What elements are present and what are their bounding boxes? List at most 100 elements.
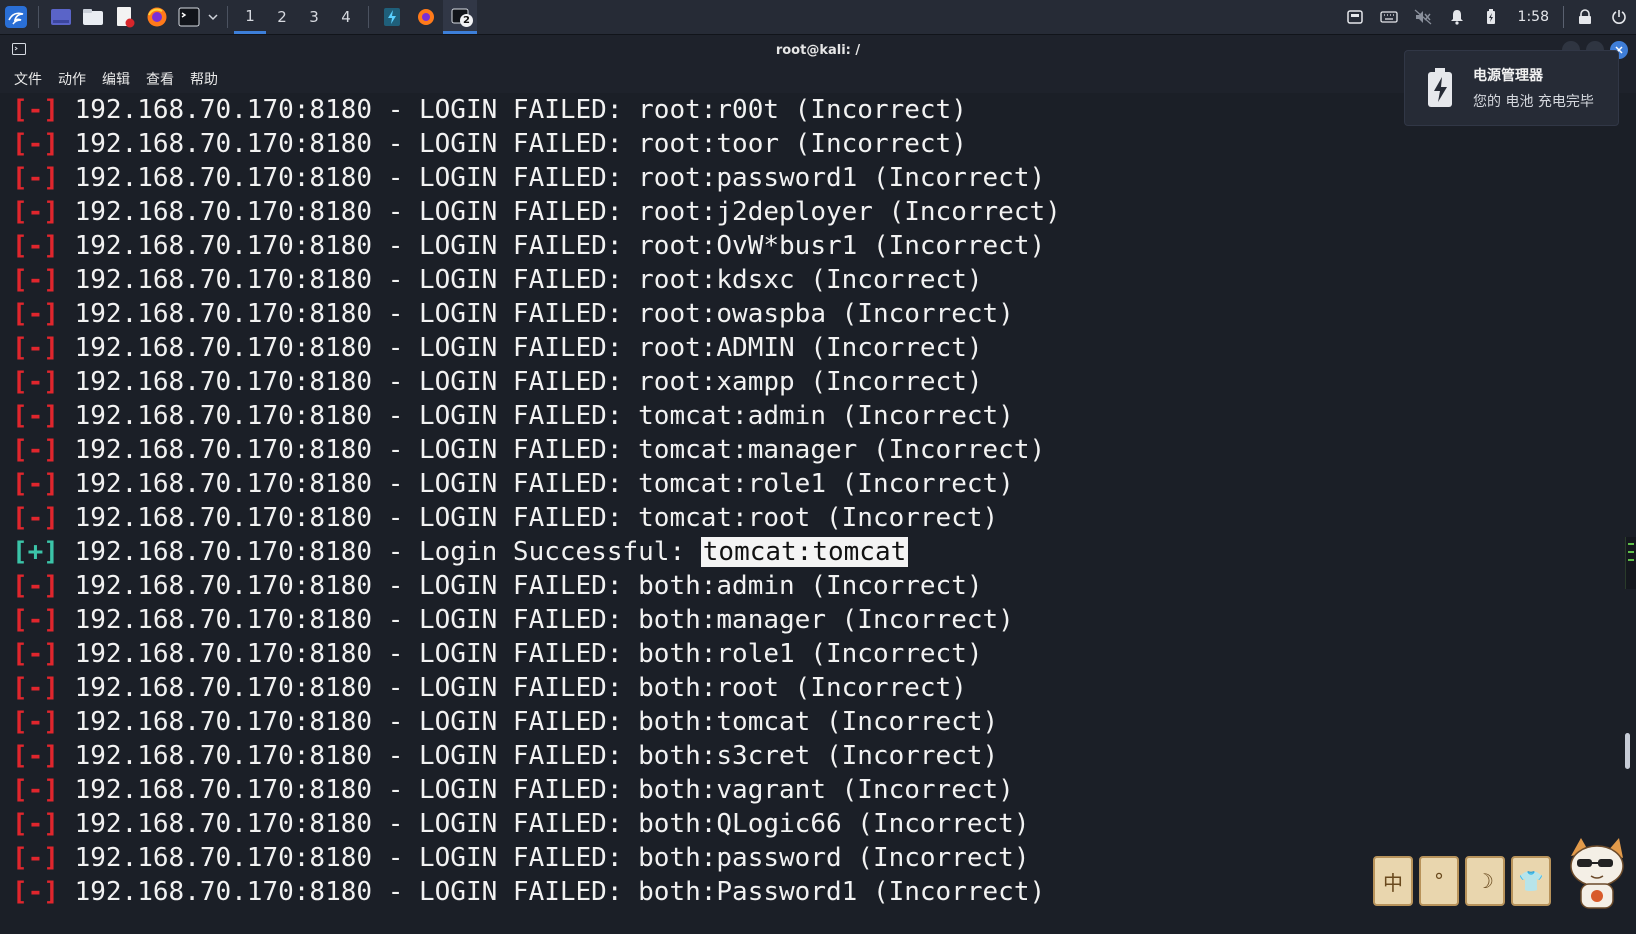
terminal-line-failed: [-] 192.168.70.170:8180 - LOGIN FAILED: … [12,467,1061,501]
panel-separator [227,6,228,28]
line-text: 192.168.70.170:8180 - LOGIN FAILED: root… [58,333,983,363]
window-titlebar[interactable]: root@kali: / [0,35,1636,65]
status-marker: [-] [12,775,59,805]
status-marker: [+] [12,537,59,567]
terminal-line-failed: [-] 192.168.70.170:8180 - LOGIN FAILED: … [12,263,1061,297]
file-manager-icon[interactable] [77,0,109,34]
battery-charging-icon [1423,67,1457,109]
panel-separator [368,6,369,28]
taskbar-app-window[interactable] [375,0,409,34]
terminal-line-failed: [-] 192.168.70.170:8180 - LOGIN FAILED: … [12,569,1061,603]
firefox-icon [418,9,434,25]
clock[interactable]: 1:58 [1508,9,1559,25]
terminal-line-failed: [-] 192.168.70.170:8180 - LOGIN FAILED: … [12,501,1061,535]
status-marker: [-] [12,469,59,499]
kali-menu-icon[interactable] [0,0,32,34]
line-text: 192.168.70.170:8180 - LOGIN FAILED: root… [58,367,983,397]
scrollbar-thumb[interactable] [1625,733,1630,769]
sticker-chinese-button[interactable]: 中 [1373,856,1413,906]
chevron-down-icon[interactable] [205,0,221,34]
line-text: 192.168.70.170:8180 - LOGIN FAILED: root… [58,129,967,159]
notification-body: 您的 电池 充电完毕 [1473,94,1594,110]
battery-charging-icon[interactable] [1474,0,1508,34]
line-text: 192.168.70.170:8180 - LOGIN FAILED: root… [58,265,983,295]
taskbar-firefox-window[interactable] [409,0,443,34]
menu-edit[interactable]: 编辑 [102,69,130,89]
terminal-line-failed: [-] 192.168.70.170:8180 - LOGIN FAILED: … [12,807,1061,841]
line-text: 192.168.70.170:8180 - LOGIN FAILED: both… [58,707,999,737]
line-text: 192.168.70.170:8180 - LOGIN FAILED: both… [58,571,983,601]
status-marker: [-] [12,163,59,193]
menu-view[interactable]: 查看 [146,69,174,89]
mascot-cat-icon[interactable] [1563,836,1629,914]
workspace-2[interactable]: 2 [266,0,298,34]
firefox-icon[interactable] [141,0,173,34]
line-text: 192.168.70.170:8180 - LOGIN FAILED: both… [58,741,999,771]
line-text: 192.168.70.170:8180 - LOGIN FAILED: both… [58,877,1046,907]
line-text: 192.168.70.170:8180 - LOGIN FAILED: both… [58,775,1014,805]
status-marker: [-] [12,741,59,771]
line-text: 192.168.70.170:8180 - LOGIN FAILED: root… [58,231,1046,261]
system-tray: 1:58 [1338,0,1636,34]
window-count-badge: 2 [460,14,473,27]
terminal-line-failed: [-] 192.168.70.170:8180 - LOGIN FAILED: … [12,739,1061,773]
workspace-1[interactable]: 1 [234,0,266,34]
desktop-pet-toolbar: 中 ° ☽ 👕 [1373,856,1551,906]
terminal-line-failed: [-] 192.168.70.170:8180 - LOGIN FAILED: … [12,671,1061,705]
top-panel: 1 2 3 4 2 1:58 [0,0,1636,35]
terminal-line-failed: [-] 192.168.70.170:8180 - LOGIN FAILED: … [12,433,1061,467]
power-manager-notification[interactable]: 电源管理器 您的 电池 充电完毕 [1404,50,1619,126]
status-marker: [-] [12,95,59,125]
terminal-output[interactable]: [-] 192.168.70.170:8180 - LOGIN FAILED: … [0,93,1636,934]
status-marker: [-] [12,503,59,533]
sticker-degree-button[interactable]: ° [1419,856,1459,906]
text-editor-icon[interactable] [109,0,141,34]
status-marker: [-] [12,605,59,635]
lock-icon[interactable] [1568,0,1602,34]
window-title: root@kali: / [775,42,861,58]
taskbar-terminal-window[interactable]: 2 [443,0,477,34]
line-text: 192.168.70.170:8180 - Login Successful: [58,537,701,567]
line-text: 192.168.70.170:8180 - LOGIN FAILED: root… [58,299,1014,329]
line-text: 192.168.70.170:8180 - LOGIN FAILED: tomc… [58,469,1014,499]
screenshot-icon[interactable] [1338,0,1372,34]
terminal-line-failed: [-] 192.168.70.170:8180 - LOGIN FAILED: … [12,705,1061,739]
status-marker: [-] [12,333,59,363]
line-text: 192.168.70.170:8180 - LOGIN FAILED: both… [58,809,1030,839]
line-text: 192.168.70.170:8180 - LOGIN FAILED: both… [58,843,1030,873]
terminal-line-failed: [-] 192.168.70.170:8180 - LOGIN FAILED: … [12,773,1061,807]
notification-bell-icon[interactable] [1440,0,1474,34]
logout-icon[interactable] [1602,0,1636,34]
terminal-icon[interactable] [173,0,205,34]
terminal-line-failed: [-] 192.168.70.170:8180 - LOGIN FAILED: … [12,399,1061,433]
workspace-4[interactable]: 4 [330,0,362,34]
menu-file[interactable]: 文件 [14,69,42,89]
workspace-3[interactable]: 3 [298,0,330,34]
status-marker: [-] [12,843,59,873]
scrollbar-markers [1625,537,1636,589]
status-marker: [-] [12,435,59,465]
panel-separator [38,6,39,28]
selected-credentials[interactable]: tomcat:tomcat [700,537,909,567]
status-marker: [-] [12,673,59,703]
line-text: 192.168.70.170:8180 - LOGIN FAILED: tomc… [58,401,1014,431]
line-text: 192.168.70.170:8180 - LOGIN FAILED: both… [58,639,983,669]
terminal-line-failed: [-] 192.168.70.170:8180 - LOGIN FAILED: … [12,637,1061,671]
desktop-icon[interactable] [45,0,77,34]
sticker-shirt-button[interactable]: 👕 [1511,856,1551,906]
status-marker: [-] [12,231,59,261]
sticker-moon-button[interactable]: ☽ [1465,856,1505,906]
terminal-line-failed: [-] 192.168.70.170:8180 - LOGIN FAILED: … [12,229,1061,263]
terminal-line-failed: [-] 192.168.70.170:8180 - LOGIN FAILED: … [12,195,1061,229]
keyboard-icon[interactable] [1372,0,1406,34]
menu-bar: 文件 动作 编辑 查看 帮助 [0,65,1636,93]
menu-help[interactable]: 帮助 [190,69,218,89]
line-text: 192.168.70.170:8180 - LOGIN FAILED: root… [58,163,1046,193]
line-text: 192.168.70.170:8180 - LOGIN FAILED: both… [58,673,967,703]
menu-actions[interactable]: 动作 [58,69,86,89]
status-marker: [-] [12,401,59,431]
terminal-icon [12,43,26,59]
volume-muted-icon[interactable] [1406,0,1440,34]
status-marker: [-] [12,877,59,907]
line-text: 192.168.70.170:8180 - LOGIN FAILED: tomc… [58,435,1046,465]
